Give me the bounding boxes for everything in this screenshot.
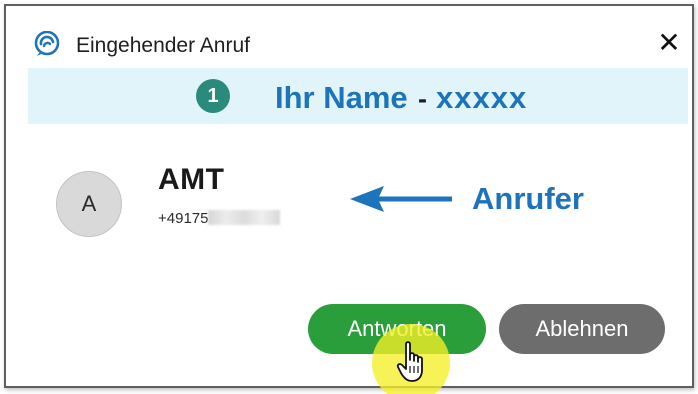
dialog-title: Eingehender Anruf bbox=[76, 34, 250, 57]
caller-number-redacted bbox=[208, 210, 281, 225]
caller-number: +49175 bbox=[158, 210, 281, 227]
avatar: A bbox=[56, 171, 122, 237]
dialog-titlebar: Eingehender Anruf ✕ bbox=[6, 6, 692, 70]
chat-bubble-icon bbox=[34, 30, 60, 57]
close-button[interactable]: ✕ bbox=[652, 26, 686, 60]
banner-separator: - bbox=[418, 84, 427, 114]
banner-label: Ihr Name bbox=[275, 80, 408, 115]
caller-name: AMT bbox=[158, 163, 225, 196]
hand-pointer-icon bbox=[396, 341, 423, 382]
arrow-left-icon bbox=[350, 186, 452, 212]
caller-number-visible: +49175 bbox=[158, 210, 209, 227]
step-badge: 1 bbox=[196, 79, 230, 113]
caller-annotation-label: Anrufer bbox=[472, 181, 584, 216]
decline-button[interactable]: Ablehnen bbox=[499, 304, 665, 354]
user-name-banner: 1 Ihr Name - xxxxx bbox=[28, 68, 688, 124]
incoming-call-dialog: Eingehender Anruf ✕ 1 Ihr Name - xxxxx A… bbox=[4, 4, 694, 394]
banner-value: xxxxx bbox=[436, 80, 528, 115]
